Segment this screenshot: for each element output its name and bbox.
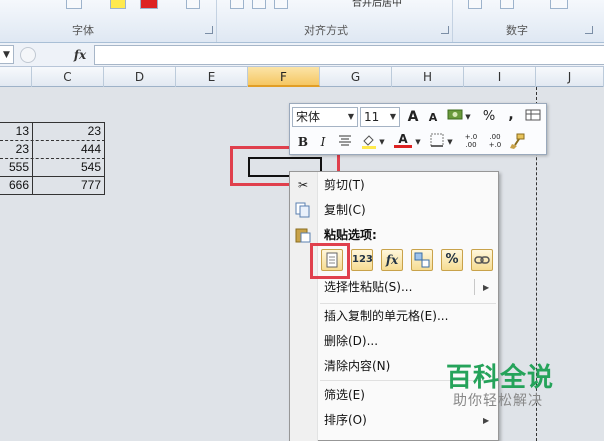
menu-item-insert-copied-cells[interactable]: 插入复制的单元格(E)... (324, 305, 448, 327)
borders-icon[interactable] (428, 133, 446, 151)
ribbon: 字体 合并后居中 对齐方式 数字 (0, 0, 604, 43)
alignment-group-label: 对齐方式 (304, 24, 348, 37)
submenu-arrow-icon: ▶ (483, 283, 490, 292)
submenu-arrow-icon: ▶ (483, 416, 490, 425)
formula-input[interactable] (94, 45, 604, 65)
font-size-value: 11 (364, 110, 380, 124)
chevron-down-icon[interactable]: ▼ (414, 133, 422, 151)
annotation-highlight-paste (310, 243, 350, 279)
menu-item-delete[interactable]: 删除(D)... (324, 330, 378, 352)
cell-c2[interactable]: 444 (32, 141, 104, 159)
font-dialog-launcher[interactable] (205, 26, 213, 34)
italic-button[interactable]: I (314, 133, 332, 151)
font-color-button[interactable]: A (394, 131, 412, 148)
decrease-decimal-button[interactable]: .00 +.0 (484, 133, 506, 151)
chevron-down-icon[interactable]: ▼ (446, 133, 454, 151)
column-header-d[interactable]: D (104, 67, 176, 87)
column-header-j[interactable]: J (536, 67, 604, 87)
border-button[interactable] (66, 0, 82, 9)
alignment-dialog-launcher[interactable] (441, 26, 449, 34)
format-painter-table-icon[interactable] (524, 108, 542, 126)
group-separator (216, 0, 217, 42)
number-group-label: 数字 (506, 24, 528, 37)
font-name-select[interactable]: 宋体 ▼ (292, 107, 358, 127)
align-right-button[interactable] (274, 0, 288, 9)
paste-option-link[interactable] (471, 249, 493, 271)
shrink-font-button[interactable]: A (424, 109, 442, 127)
font-color-button[interactable] (140, 0, 158, 9)
phonetic-button[interactable] (186, 0, 200, 9)
accounting-format-icon[interactable] (446, 108, 464, 126)
gridline (176, 87, 177, 441)
menu-item-cut[interactable]: 剪切(T) (324, 174, 365, 196)
cell-c4[interactable]: 777 (32, 177, 104, 195)
chevron-down-icon[interactable]: ▼ (464, 108, 472, 126)
cell-c3[interactable]: 545 (32, 159, 104, 177)
chevron-down-icon: ▼ (347, 112, 354, 121)
grow-font-button[interactable]: A (404, 108, 422, 126)
paste-icon (295, 227, 311, 243)
fill-color-button[interactable] (110, 0, 126, 9)
copy-marquee-right (104, 140, 105, 158)
watermark-title: 百科全说 (446, 363, 555, 393)
paste-option-formatting[interactable]: % (441, 249, 463, 271)
font-size-select[interactable]: 11 ▼ (360, 107, 400, 127)
menu-item-sort[interactable]: 排序(O) (324, 409, 367, 431)
formula-cancel-icon[interactable] (20, 47, 36, 63)
font-group-label: 字体 (72, 24, 94, 37)
cell-b2[interactable]: 23 (0, 141, 32, 159)
menu-item-paste-special[interactable]: 选择性粘贴(S)... (324, 276, 412, 298)
column-header-row: C D E F G H I J (0, 67, 604, 87)
comma-style-button[interactable]: , (502, 106, 520, 124)
chevron-down-icon[interactable]: ▼ (378, 133, 386, 151)
column-header-f[interactable]: F (248, 67, 320, 87)
name-box-dropdown[interactable]: ▼ (0, 45, 14, 64)
gridline (248, 87, 249, 441)
fill-color-icon[interactable] (360, 133, 378, 151)
font-name-value: 宋体 (296, 110, 321, 124)
format-painter-icon[interactable] (508, 133, 526, 151)
column-header-i[interactable]: I (464, 67, 536, 87)
merge-center-button[interactable]: 合并后居中 (352, 0, 412, 9)
paste-option-transpose[interactable] (411, 249, 433, 271)
insert-function-button[interactable]: fx (70, 46, 90, 64)
column-header-e[interactable]: E (176, 67, 248, 87)
align-center-button[interactable] (252, 0, 266, 9)
align-left-button[interactable] (230, 0, 244, 9)
menu-separator (320, 303, 496, 304)
cell-b1[interactable]: 13 (0, 123, 32, 141)
cell-b3[interactable]: 555 (0, 159, 32, 177)
menu-item-clear-contents[interactable]: 清除内容(N) (324, 355, 390, 377)
column-header-g[interactable]: G (320, 67, 392, 87)
paste-option-formulas[interactable]: fx (381, 249, 403, 271)
percent-button[interactable] (500, 0, 514, 9)
copy-icon (295, 202, 311, 218)
mini-toolbar: 宋体 ▼ 11 ▼ A A ▼ % , B I ▼ A ▼ ▼ +.0 .00 … (289, 103, 547, 155)
cell-b4[interactable]: 666 (0, 177, 32, 195)
column-header-c[interactable]: C (32, 67, 104, 87)
cell-c1[interactable]: 23 (32, 123, 104, 141)
group-separator (452, 0, 453, 42)
menu-item-copy[interactable]: 复制(C) (324, 199, 366, 221)
submenu-divider (474, 279, 475, 295)
number-dialog-launcher[interactable] (585, 26, 593, 34)
watermark-subtitle: 助你轻松解决 (453, 393, 543, 409)
paste-option-values[interactable]: 123 (351, 249, 373, 271)
menu-item-filter[interactable]: 筛选(E) (324, 384, 365, 406)
chevron-down-icon: ▼ (389, 112, 396, 121)
increase-decimal-button[interactable]: +.0 .00 (460, 133, 482, 151)
percent-style-button[interactable]: % (480, 108, 498, 126)
bold-button[interactable]: B (294, 133, 312, 151)
decrease-decimal-button[interactable] (550, 0, 568, 9)
currency-button[interactable] (468, 0, 482, 9)
cut-icon: ✂ (297, 178, 309, 192)
column-header-h[interactable]: H (392, 67, 464, 87)
align-center-icon[interactable] (336, 133, 354, 151)
column-header-b[interactable] (0, 67, 32, 87)
